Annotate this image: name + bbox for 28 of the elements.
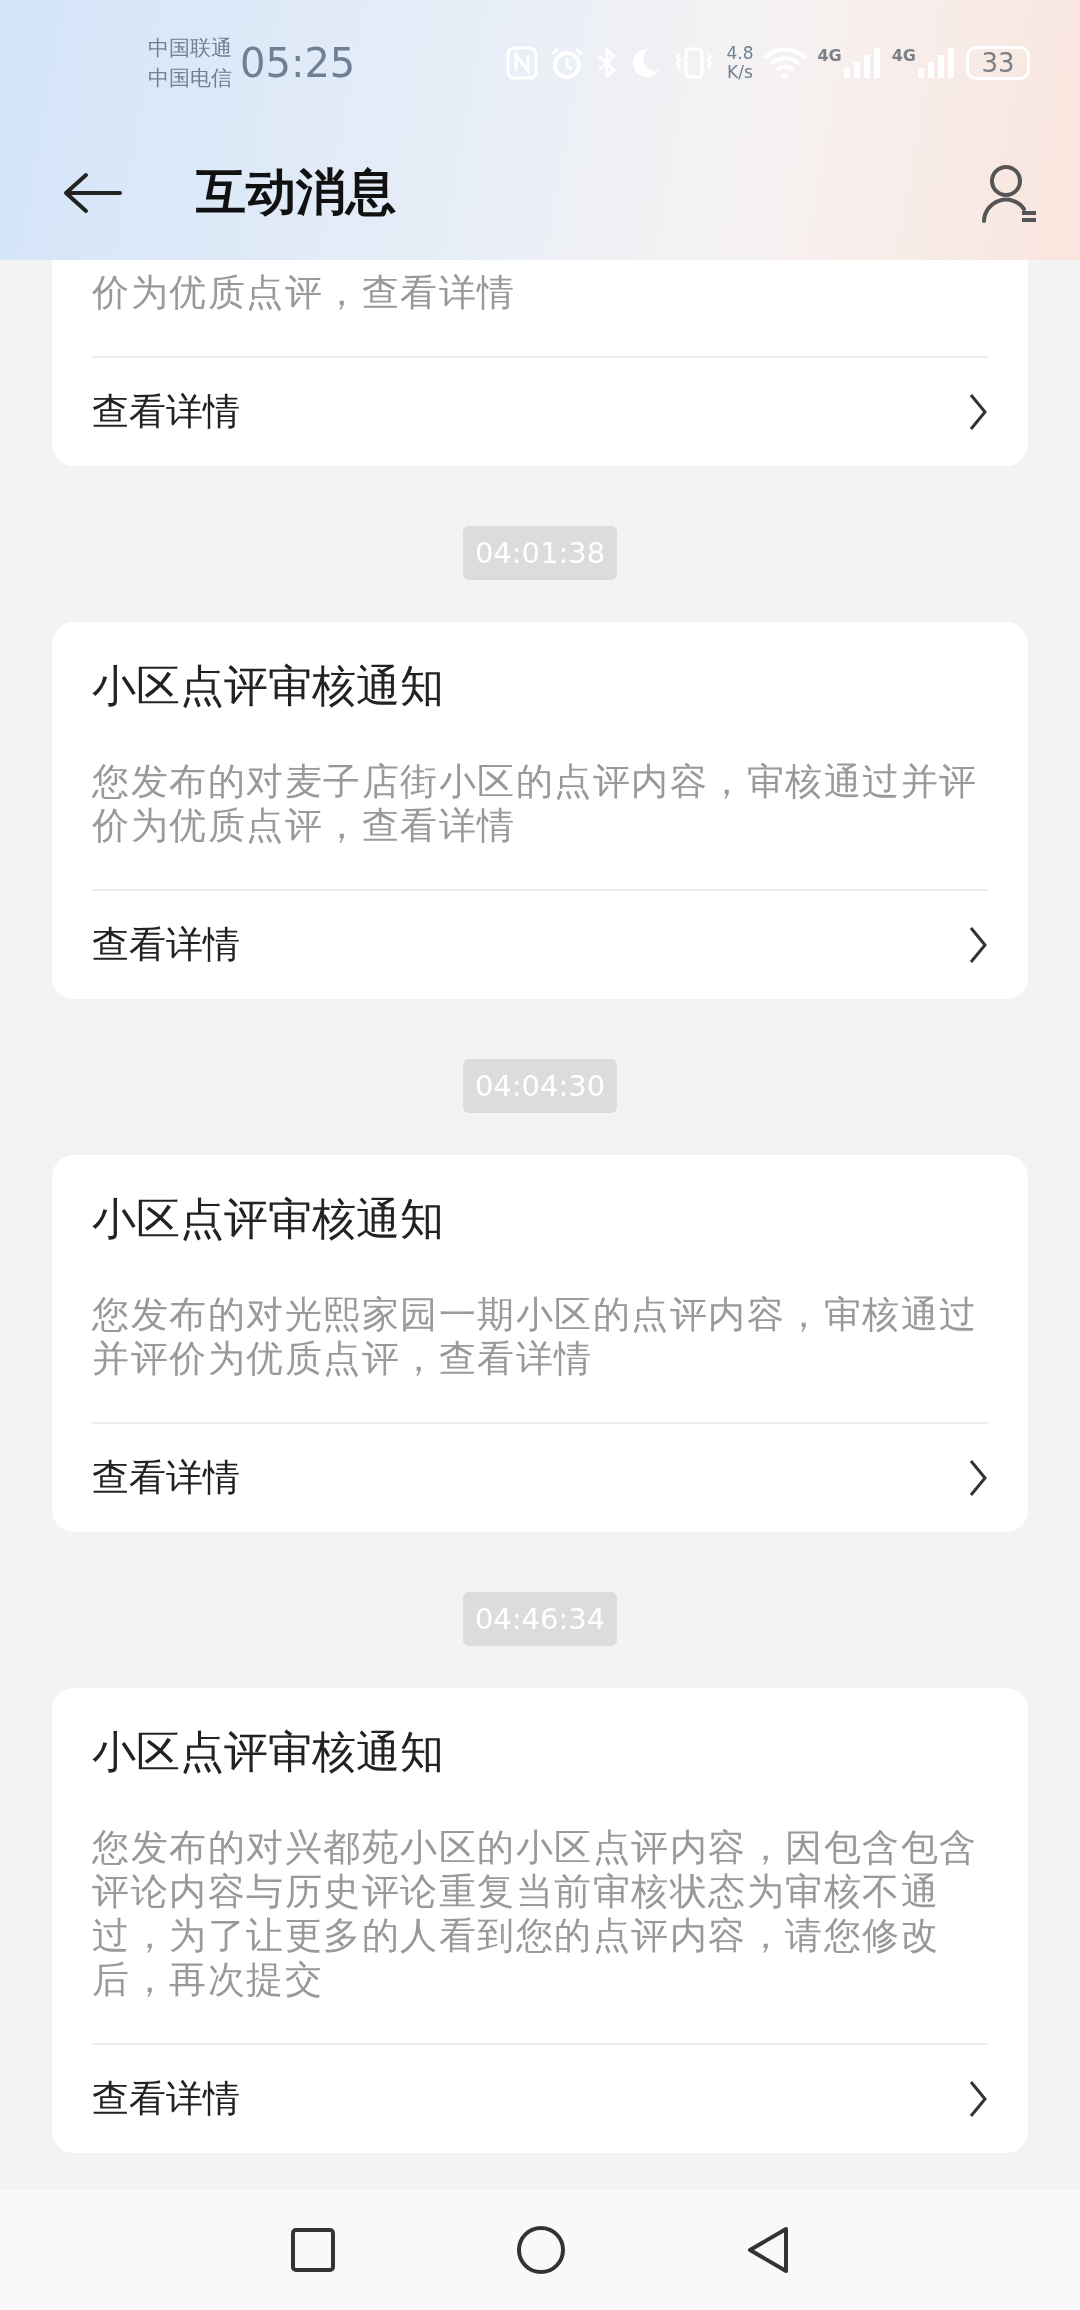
network-speed: K/s [727,62,753,82]
message-body: 价为优质点评，查看详情 [92,271,517,315]
message-body: 您发布的对光熙家园一期小区的点评内容，审核通过并评价为优质点评，查看详情 [92,1293,979,1381]
home-button[interactable] [516,2225,566,2275]
message-title: 小区点评审核通知 [92,1192,445,1246]
chevron-right-icon [968,1458,988,1498]
back-nav-button[interactable] [746,2225,790,2275]
carrier-name: 中国电信 [148,64,232,92]
network-type: 4G [891,45,916,65]
view-details-link[interactable]: 查看详情 [92,358,988,466]
chevron-right-icon [968,2079,988,2119]
page-title: 互动消息 [196,162,396,223]
message-body: 您发布的对麦子店街小区的点评内容，审核通过并评价为优质点评，查看详情 [92,760,979,848]
network-type: 4G [817,45,842,65]
view-details-link[interactable]: 查看详情 [92,891,988,999]
battery-icon: 33 [966,45,1030,80]
chevron-right-icon [968,392,988,432]
recents-button[interactable] [290,2227,336,2273]
carrier-name: 中国联通 [148,34,232,62]
message-title: 小区点评审核通知 [92,659,445,713]
network-speed: 4.8 [726,43,754,63]
view-details-link[interactable]: 查看详情 [92,1424,988,1532]
chevron-right-icon [968,925,988,965]
view-details-link[interactable]: 查看详情 [92,2045,988,2153]
message-body: 您发布的对兴都苑小区的小区点评内容，因包含包含评论内容与历史评论重复当前审核状态为审核不通过，为了让更多的人看到您的点评内容，请您修改后，再次提交 [92,1826,979,2002]
clock: 05:25 [240,39,356,86]
signal-icon [916,45,956,80]
message-title: 小区点评审核通知 [92,1725,445,1779]
